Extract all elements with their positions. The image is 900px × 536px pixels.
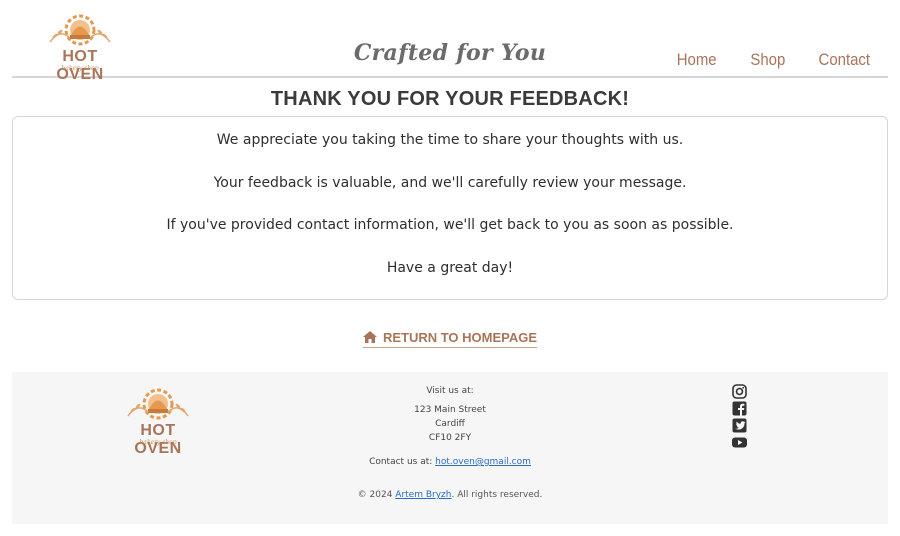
message-line: Have a great day!	[386, 260, 514, 276]
return-to-homepage-link[interactable]: RETURN TO HOMEPAGE	[362, 329, 538, 348]
brand-subtitle: bakery shop	[61, 65, 99, 72]
address-line: Cardiff	[435, 419, 465, 429]
message-line: We appreciate you taking the time to sha…	[216, 132, 684, 148]
address-line: CF10 2FY	[428, 433, 472, 443]
author-link[interactable]: Artem Bryzh	[395, 490, 451, 500]
address-line: 123 Main Street	[414, 405, 486, 415]
youtube-icon[interactable]	[732, 435, 747, 450]
return-label: RETURN TO HOMEPAGE	[382, 329, 538, 345]
instagram-icon[interactable]	[732, 384, 747, 399]
copyright-suffix: . All rights reserved.	[451, 490, 543, 500]
site-footer: HOT OVEN bakery shop Visit us at: 123 Ma…	[12, 372, 888, 524]
nav-shop-link[interactable]: Shop	[750, 50, 785, 70]
copyright-prefix: © 2024	[357, 490, 393, 500]
site-header: HOT OVEN bakery shop Crafted for You Hom…	[12, 0, 888, 83]
twitter-icon[interactable]	[732, 418, 747, 433]
contact-prefix: Contact us at:	[369, 457, 433, 467]
social-links	[732, 384, 748, 450]
message-line: Your feedback is valuable, and we'll car…	[213, 175, 687, 191]
facebook-icon[interactable]	[732, 401, 747, 416]
main-nav: Home Shop Contact	[674, 50, 874, 70]
copyright: © 2024 Artem Bryzh. All rights reserved.	[12, 490, 888, 500]
nav-contact-link[interactable]: Contact	[819, 50, 871, 70]
nav-home-link[interactable]: Home	[677, 50, 717, 70]
contact-line: Contact us at: hot.oven@gmail.com	[12, 457, 888, 467]
visit-label: Visit us at:	[426, 386, 474, 396]
email-link[interactable]: hot.oven@gmail.com	[435, 457, 531, 467]
return-section: RETURN TO HOMEPAGE	[0, 328, 900, 348]
message-line: If you've provided contact information, …	[166, 217, 734, 233]
page-title: THANK YOU FOR YOUR FEEDBACK!	[270, 88, 630, 110]
feedback-message-card: We appreciate you taking the time to sha…	[12, 116, 888, 300]
home-icon	[362, 331, 377, 343]
